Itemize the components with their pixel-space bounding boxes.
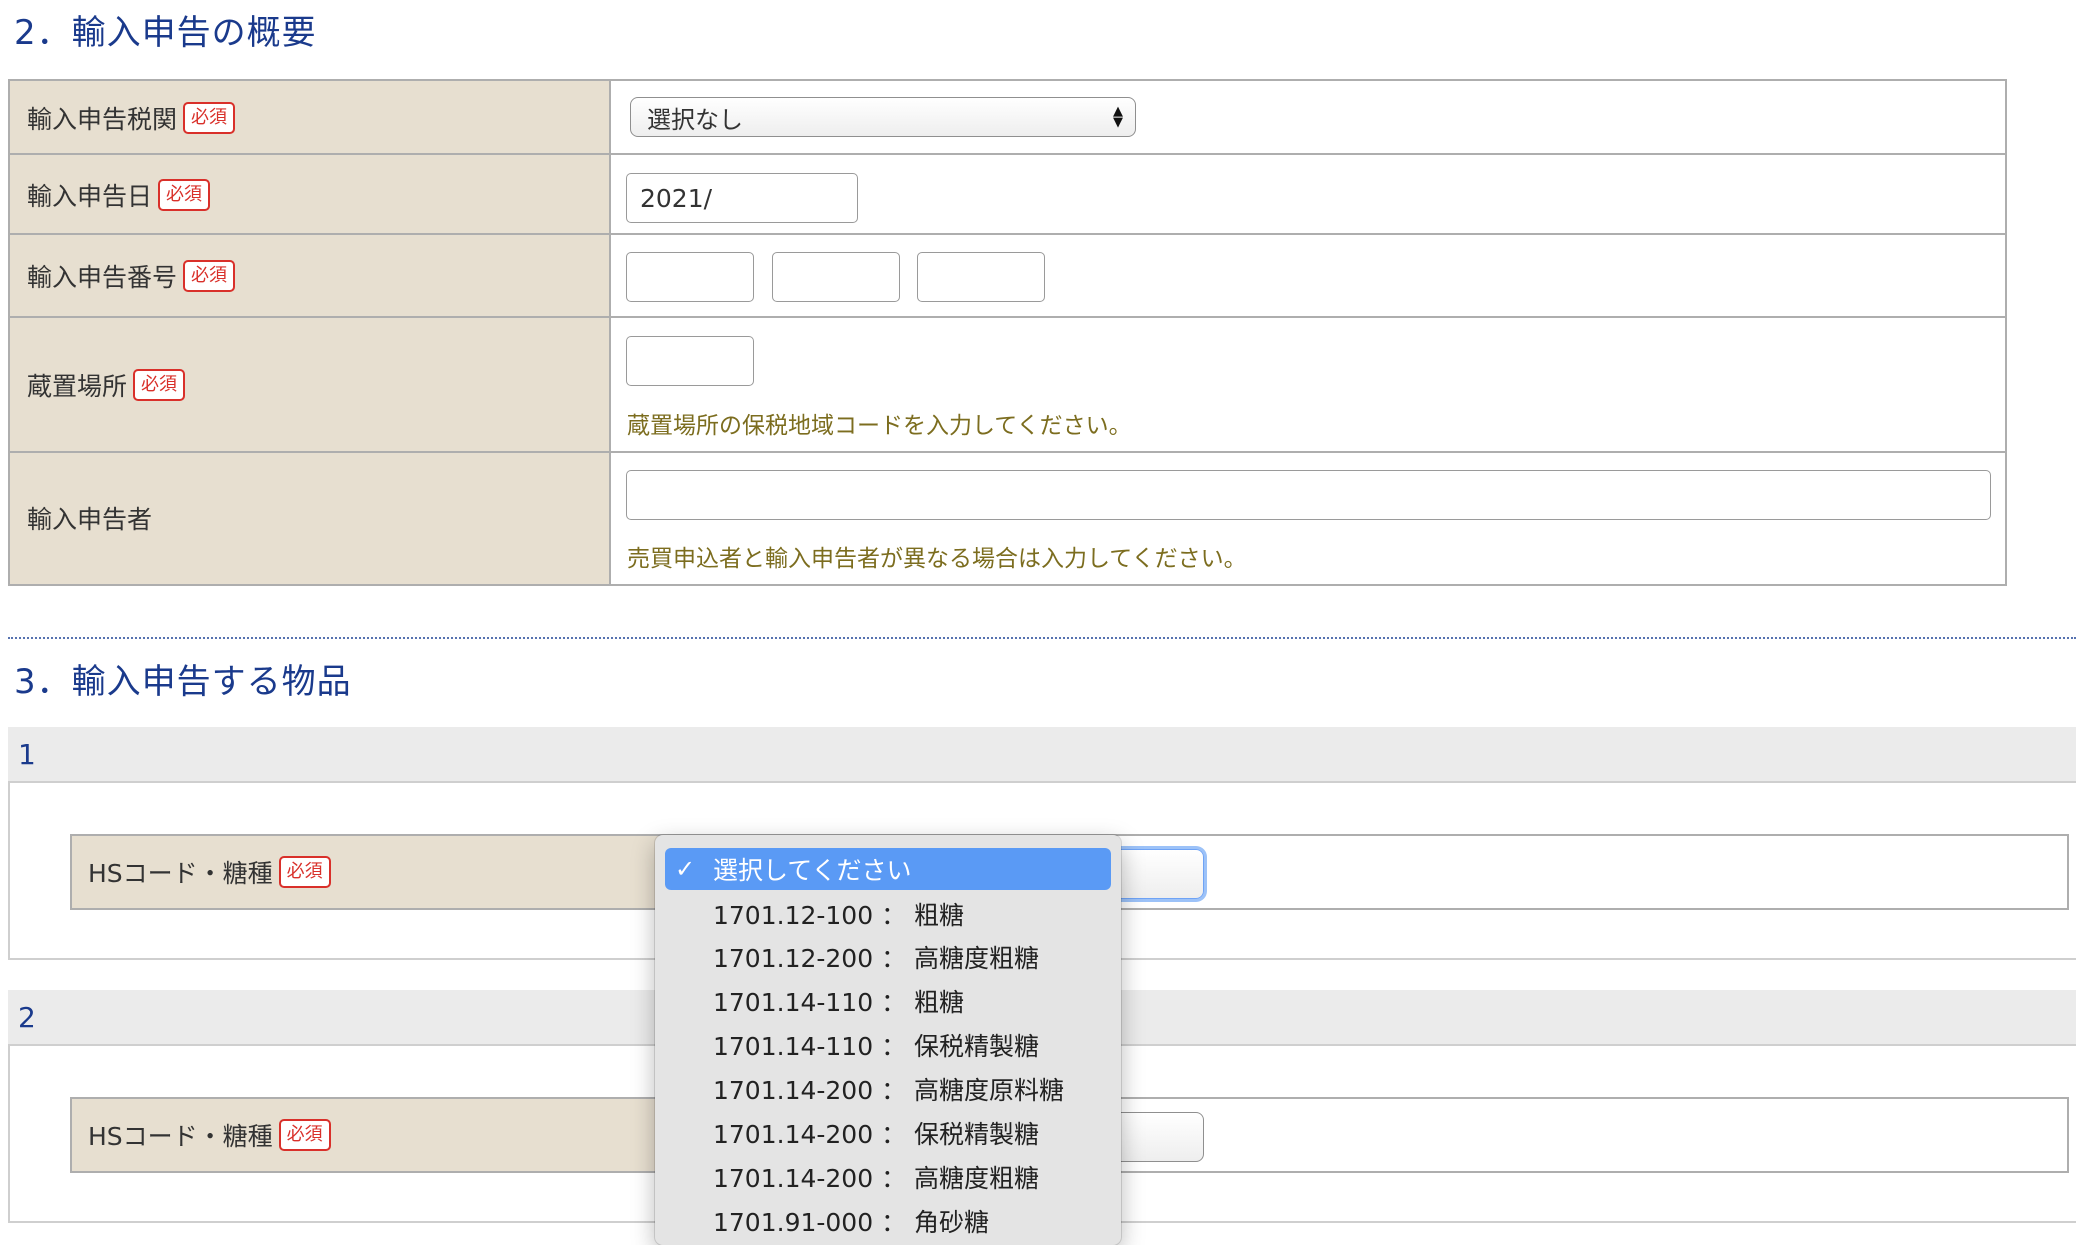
item-index: 2 xyxy=(18,1000,36,1034)
hs-code-label: HSコード・糖種 必須 xyxy=(72,1099,673,1171)
hs-code-label-text: HSコード・糖種 xyxy=(88,859,273,888)
declarant-input[interactable] xyxy=(626,470,1991,520)
select-arrows-icon: ▲ ▼ xyxy=(1113,104,1123,130)
dropdown-option[interactable]: 1701.14-200 ： 保税精製糖 xyxy=(665,1112,1111,1154)
dropdown-option[interactable]: 1701.12-100 ： 粗糖 xyxy=(665,893,1111,935)
section-divider xyxy=(8,637,2076,639)
dropdown-option[interactable]: 1701.14-110 ： 粗糖 xyxy=(665,980,1111,1022)
storage-input[interactable] xyxy=(626,336,754,386)
row-divider xyxy=(10,233,2005,235)
date-input-value: 2021/ xyxy=(640,183,713,213)
storage-label-text: 蔵置場所 xyxy=(27,372,128,401)
dropdown-option-label: 選択してください xyxy=(713,856,912,885)
customs-select[interactable]: 選択なし ▲ ▼ xyxy=(630,97,1136,137)
hs-code-label-text: HSコード・糖種 xyxy=(88,1122,273,1151)
overview-form-table: 輸入申告税関 必須 選択なし ▲ ▼ 輸入申告日 必須 2021/ 輸入申告番号 … xyxy=(8,79,2007,586)
dropdown-option-label: 1701.91-000 ： 角砂糖 xyxy=(713,1208,990,1237)
dropdown-option-label: 1701.14-200 ： 高糖度原料糖 xyxy=(713,1076,1065,1105)
required-badge: 必須 xyxy=(158,179,211,211)
required-badge: 必須 xyxy=(183,102,236,134)
customs-select-value: 選択なし xyxy=(647,105,743,134)
customs-label: 輸入申告税関 必須 xyxy=(27,100,236,136)
dropdown-option[interactable]: 1701.14-200 ： 高糖度粗糖 xyxy=(665,1156,1111,1198)
hs-code-label: HSコード・糖種 必須 xyxy=(72,836,673,908)
dropdown-option[interactable]: 1701.12-200 ： 高糖度粗糖 xyxy=(665,936,1111,978)
section-title-items: 3．輸入申告する物品 xyxy=(14,662,352,702)
dropdown-option-label: 1701.12-100 ： 粗糖 xyxy=(713,901,965,930)
dropdown-option-label: 1701.14-110 ： 保税精製糖 xyxy=(713,1032,1040,1061)
dropdown-option[interactable]: 1701.14-200 ： 高糖度原料糖 xyxy=(665,1068,1111,1110)
date-input[interactable]: 2021/ xyxy=(626,173,858,223)
checkmark-icon: ✓ xyxy=(675,855,696,883)
item-index: 1 xyxy=(18,737,36,771)
dropdown-option-label: 1701.14-200 ： 高糖度粗糖 xyxy=(713,1164,1040,1193)
storage-note: 蔵置場所の保税地域コードを入力してください。 xyxy=(627,413,1132,439)
dropdown-option[interactable]: ✓ 選択してください xyxy=(665,848,1111,890)
hs-code-dropdown-menu[interactable]: ✓ 選択してください 1701.12-100 ： 粗糖 1701.12-200 … xyxy=(655,835,1121,1245)
date-label: 輸入申告日 必須 xyxy=(27,177,211,213)
required-badge: 必須 xyxy=(278,1119,331,1151)
dropdown-option[interactable]: 1701.14-110 ： 保税精製糖 xyxy=(665,1024,1111,1066)
number-input-3[interactable] xyxy=(917,252,1045,302)
declarant-label-text: 輸入申告者 xyxy=(27,505,153,534)
dropdown-option-label: 1701.14-200 ： 保税精製糖 xyxy=(713,1120,1040,1149)
number-label: 輸入申告番号 必須 xyxy=(27,258,236,294)
date-label-text: 輸入申告日 xyxy=(27,182,153,211)
dropdown-option[interactable]: 1701.91-000 ： 角砂糖 xyxy=(665,1200,1111,1242)
customs-label-text: 輸入申告税関 xyxy=(27,105,178,134)
dropdown-option-label: 1701.12-200 ： 高糖度粗糖 xyxy=(713,944,1040,973)
required-badge: 必須 xyxy=(278,856,331,888)
dropdown-option-label: 1701.14-110 ： 粗糖 xyxy=(713,988,965,1017)
section-title-overview: 2．輸入申告の概要 xyxy=(14,13,317,53)
storage-label: 蔵置場所 必須 xyxy=(27,367,186,403)
row-divider xyxy=(10,316,2005,318)
row-divider xyxy=(10,451,2005,453)
number-label-text: 輸入申告番号 xyxy=(27,263,178,292)
declarant-note: 売買申込者と輸入申告者が異なる場合は入力してください。 xyxy=(627,546,1247,572)
row-divider xyxy=(10,153,2005,155)
item-header-1: 1 xyxy=(8,727,2076,781)
number-input-2[interactable] xyxy=(772,252,900,302)
declarant-label: 輸入申告者 xyxy=(27,500,152,536)
required-badge: 必須 xyxy=(133,369,186,401)
required-badge: 必須 xyxy=(183,260,236,292)
number-input-1[interactable] xyxy=(626,252,754,302)
